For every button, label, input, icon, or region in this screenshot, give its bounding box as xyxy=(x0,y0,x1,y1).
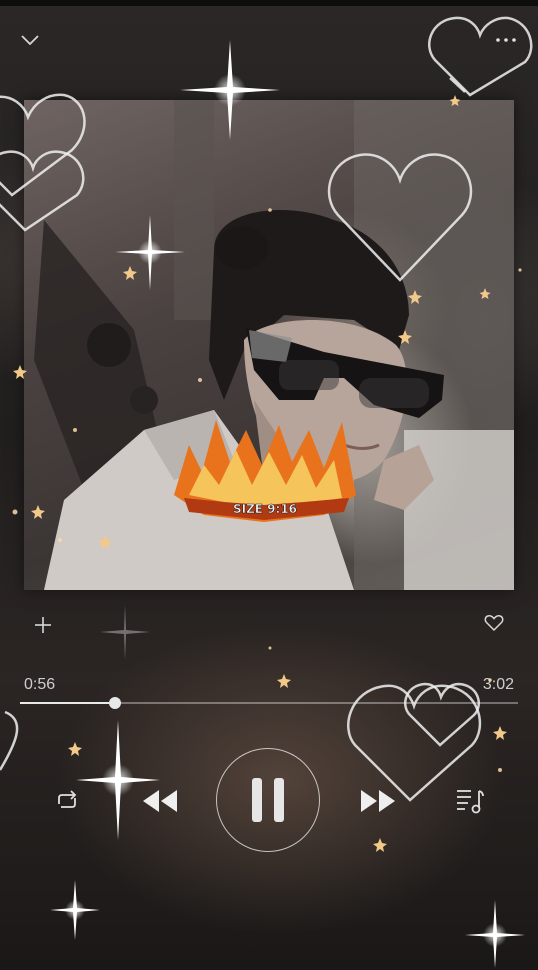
heart-icon xyxy=(484,615,504,632)
player-screen: SIZE 9:16 0:56 3:02 xyxy=(0,0,538,970)
repeat-icon xyxy=(58,790,77,808)
cover-photo: SIZE 9:16 xyxy=(34,100,514,590)
fast-forward-icon xyxy=(361,790,395,812)
collapse-button[interactable] xyxy=(16,28,44,52)
more-options-button[interactable] xyxy=(490,28,522,52)
status-strip xyxy=(0,0,538,6)
playlist-icon xyxy=(457,790,484,814)
more-dots-icon xyxy=(496,38,516,42)
repeat-button[interactable] xyxy=(50,786,84,816)
rewind-icon xyxy=(143,790,177,812)
progress-fill xyxy=(20,702,115,704)
previous-button[interactable] xyxy=(136,784,182,818)
progress-thumb[interactable] xyxy=(108,697,121,709)
next-button[interactable] xyxy=(356,784,402,818)
progress-slider[interactable] xyxy=(20,697,518,709)
elapsed-time: 0:56 xyxy=(24,676,56,693)
sticker-size-label: SIZE 9:16 xyxy=(233,502,297,516)
album-cover: SIZE 9:16 xyxy=(24,100,514,590)
add-button[interactable] xyxy=(30,612,56,638)
queue-button[interactable] xyxy=(452,784,488,818)
chevron-down-icon xyxy=(21,35,39,46)
plus-icon xyxy=(35,617,51,633)
play-pause-button[interactable] xyxy=(216,748,320,852)
pause-icon xyxy=(252,778,284,822)
favorite-button[interactable] xyxy=(480,610,508,636)
total-duration: 3:02 xyxy=(482,676,514,693)
